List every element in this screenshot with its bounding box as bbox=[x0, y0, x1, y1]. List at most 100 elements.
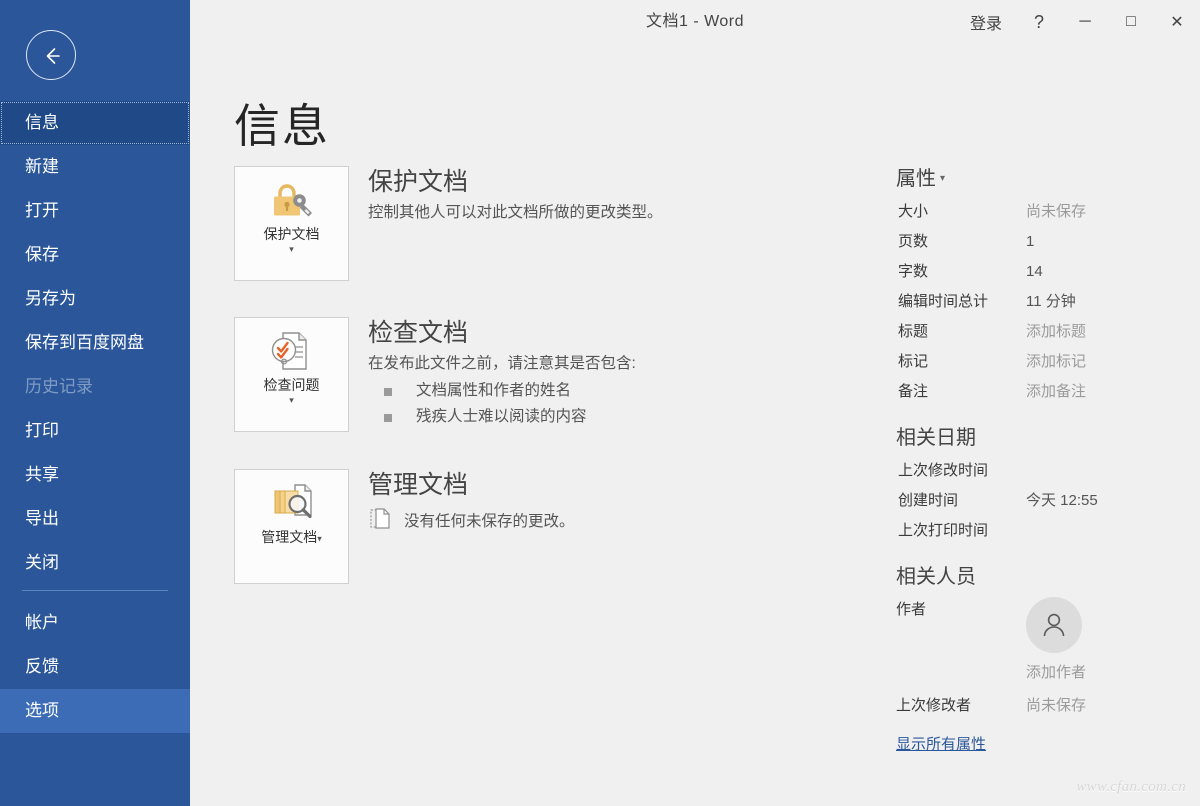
last-modified-by-row: 上次修改者 尚未保存 bbox=[896, 691, 1196, 721]
sidebar-item-save-to-baidu-netdisk[interactable]: 保存到百度网盘 bbox=[0, 321, 190, 365]
chevron-down-icon: ▾ bbox=[317, 533, 322, 544]
unsaved-changes-row: 没有任何未保存的更改。 bbox=[368, 507, 928, 536]
protect-document-body: 保护文档 控制其他人可以对此文档所做的更改类型。 bbox=[368, 166, 928, 225]
document-inspect-icon bbox=[269, 330, 315, 372]
sidebar-item-label: 打开 bbox=[25, 201, 59, 220]
sidebar-item-label: 帐户 bbox=[25, 613, 59, 632]
property-value[interactable]: 尚未保存 bbox=[1026, 197, 1086, 227]
sidebar-item-account[interactable]: 帐户 bbox=[0, 601, 190, 645]
date-row-created: 创建时间 今天 12:55 bbox=[896, 486, 1196, 516]
maximize-icon[interactable]: □ bbox=[1108, 0, 1154, 44]
sidebar-item-save-as[interactable]: 另存为 bbox=[0, 277, 190, 321]
related-dates-group: 相关日期 上次修改时间 创建时间 今天 12:55 上次打印时间 bbox=[896, 421, 1196, 546]
property-value: 11 分钟 bbox=[1026, 293, 1076, 310]
protect-document-button-label: 保护文档 bbox=[263, 226, 320, 242]
sidebar-item-history: 历史记录 bbox=[0, 365, 190, 409]
sidebar-item-new[interactable]: 新建 bbox=[0, 145, 190, 189]
sidebar-item-label: 导出 bbox=[25, 509, 59, 528]
sidebar-item-options[interactable]: 选项 bbox=[0, 689, 190, 733]
section-description: 没有任何未保存的更改。 bbox=[404, 513, 575, 530]
sidebar-item-label: 共享 bbox=[25, 465, 59, 484]
properties-panel: 属性 ▾ 大小 尚未保存 页数 1 字数 14 编辑时间总计 11 分钟 标题 … bbox=[896, 162, 1196, 768]
section-description: 在发布此文件之前，请注意其是否包含: bbox=[368, 355, 636, 372]
add-author-button[interactable]: 添加作者 bbox=[1026, 661, 1086, 682]
sidebar-item-close[interactable]: 关闭 bbox=[0, 541, 190, 585]
property-value[interactable]: 添加标记 bbox=[1026, 347, 1086, 377]
sidebar-item-info[interactable]: 信息 bbox=[0, 101, 190, 145]
property-row-size: 大小 尚未保存 bbox=[896, 197, 1196, 227]
minimize-icon[interactable]: ─ bbox=[1062, 0, 1108, 44]
sidebar-item-label: 反馈 bbox=[25, 657, 59, 676]
help-icon[interactable]: ? bbox=[1016, 0, 1062, 44]
property-value: 1 bbox=[1026, 233, 1035, 250]
property-row-total-editing-time: 编辑时间总计 11 分钟 bbox=[896, 287, 1196, 317]
property-row-words: 字数 14 bbox=[896, 257, 1196, 287]
manage-document-body: 管理文档 没有任何未保存的更改。 bbox=[368, 469, 928, 536]
sidebar-item-label: 保存到百度网盘 bbox=[25, 333, 144, 352]
back-arrow-icon[interactable] bbox=[26, 30, 76, 80]
property-key: 标记 bbox=[898, 353, 929, 370]
window-controls: 登录 ? ─ □ ✕ bbox=[956, 0, 1200, 44]
show-all-properties-link[interactable]: 显示所有属性 bbox=[896, 733, 986, 754]
section-title: 检查文档 bbox=[368, 319, 469, 347]
properties-heading-label: 属性 bbox=[896, 168, 936, 190]
property-key: 标题 bbox=[898, 323, 929, 340]
section-title: 管理文档 bbox=[368, 471, 469, 499]
properties-group: 属性 ▾ 大小 尚未保存 页数 1 字数 14 编辑时间总计 11 分钟 标题 … bbox=[896, 162, 1196, 407]
close-icon[interactable]: ✕ bbox=[1154, 0, 1200, 44]
date-row-last-modified: 上次修改时间 bbox=[896, 456, 1196, 486]
sidebar-item-export[interactable]: 导出 bbox=[0, 497, 190, 541]
sign-in-button[interactable]: 登录 bbox=[956, 0, 1016, 44]
related-people-heading: 相关人员 bbox=[896, 566, 976, 588]
manage-documents-icon bbox=[269, 482, 315, 524]
property-key: 页数 bbox=[898, 233, 929, 250]
sidebar-nav-primary: 信息 新建 打开 保存 另存为 保存到百度网盘 历史记录 打印 共享 导出 关闭 bbox=[0, 101, 190, 585]
sidebar-item-share[interactable]: 共享 bbox=[0, 453, 190, 497]
watermark: www.cfan.com.cn bbox=[1076, 779, 1186, 795]
unsaved-document-icon bbox=[368, 507, 392, 536]
sidebar-item-feedback[interactable]: 反馈 bbox=[0, 645, 190, 689]
sidebar-item-label: 新建 bbox=[25, 157, 59, 176]
sidebar-divider bbox=[22, 590, 168, 591]
sidebar-item-open[interactable]: 打开 bbox=[0, 189, 190, 233]
property-row-tags: 标记 添加标记 bbox=[896, 347, 1196, 377]
protect-document-button[interactable]: 保护文档 ▾ bbox=[234, 166, 349, 281]
manage-document-button-label: 管理文档▾ bbox=[235, 528, 348, 547]
property-value: 14 bbox=[1026, 263, 1043, 280]
properties-heading[interactable]: 属性 ▾ bbox=[896, 162, 1196, 191]
backstage-sidebar: 信息 新建 打开 保存 另存为 保存到百度网盘 历史记录 打印 共享 导出 关闭… bbox=[0, 0, 190, 806]
word-backstage-window: 信息 新建 打开 保存 另存为 保存到百度网盘 历史记录 打印 共享 导出 关闭… bbox=[0, 0, 1200, 806]
last-modified-by-value: 尚未保存 bbox=[1026, 697, 1087, 714]
list-item: 文档属性和作者的姓名 bbox=[368, 378, 928, 404]
person-avatar-icon bbox=[1026, 597, 1082, 653]
property-key: 编辑时间总计 bbox=[898, 293, 989, 310]
property-row-pages: 页数 1 bbox=[896, 227, 1196, 257]
sidebar-item-label: 打印 bbox=[25, 421, 59, 440]
list-item: 残疾人士难以阅读的内容 bbox=[368, 404, 928, 430]
section-description: 控制其他人可以对此文档所做的更改类型。 bbox=[368, 204, 663, 221]
sidebar-item-save[interactable]: 保存 bbox=[0, 233, 190, 277]
backstage-main: 信息 保护文档 ▾ 保护文档 控制其他人可以对此文档所做的更改类型。 检查问题 … bbox=[190, 44, 1200, 806]
manage-document-button[interactable]: 管理文档▾ bbox=[234, 469, 349, 584]
property-value[interactable]: 添加标题 bbox=[1026, 317, 1086, 347]
property-key: 大小 bbox=[898, 203, 929, 220]
date-key: 上次打印时间 bbox=[898, 522, 989, 539]
manage-document-button-text: 管理文档 bbox=[261, 529, 318, 545]
sidebar-item-label: 关闭 bbox=[25, 553, 59, 572]
last-modified-by-label: 上次修改者 bbox=[896, 697, 972, 714]
sidebar-item-print[interactable]: 打印 bbox=[0, 409, 190, 453]
sidebar-item-label: 选项 bbox=[25, 701, 59, 720]
property-key: 字数 bbox=[898, 263, 929, 280]
property-row-title: 标题 添加标题 bbox=[896, 317, 1196, 347]
inspect-issue-list: 文档属性和作者的姓名 残疾人士难以阅读的内容 bbox=[368, 378, 928, 430]
sidebar-item-label: 保存 bbox=[25, 245, 59, 264]
property-row-comments: 备注 添加备注 bbox=[896, 377, 1196, 407]
related-dates-heading: 相关日期 bbox=[896, 427, 976, 449]
page-title: 信息 bbox=[234, 100, 330, 152]
check-for-issues-button-label: 检查问题 bbox=[263, 377, 320, 393]
sidebar-item-label: 信息 bbox=[25, 113, 59, 132]
check-for-issues-button[interactable]: 检查问题 ▾ bbox=[234, 317, 349, 432]
inspect-document-body: 检查文档 在发布此文件之前，请注意其是否包含: 文档属性和作者的姓名 残疾人士难… bbox=[368, 317, 928, 430]
date-row-last-printed: 上次打印时间 bbox=[896, 516, 1196, 546]
property-value[interactable]: 添加备注 bbox=[1026, 377, 1086, 407]
